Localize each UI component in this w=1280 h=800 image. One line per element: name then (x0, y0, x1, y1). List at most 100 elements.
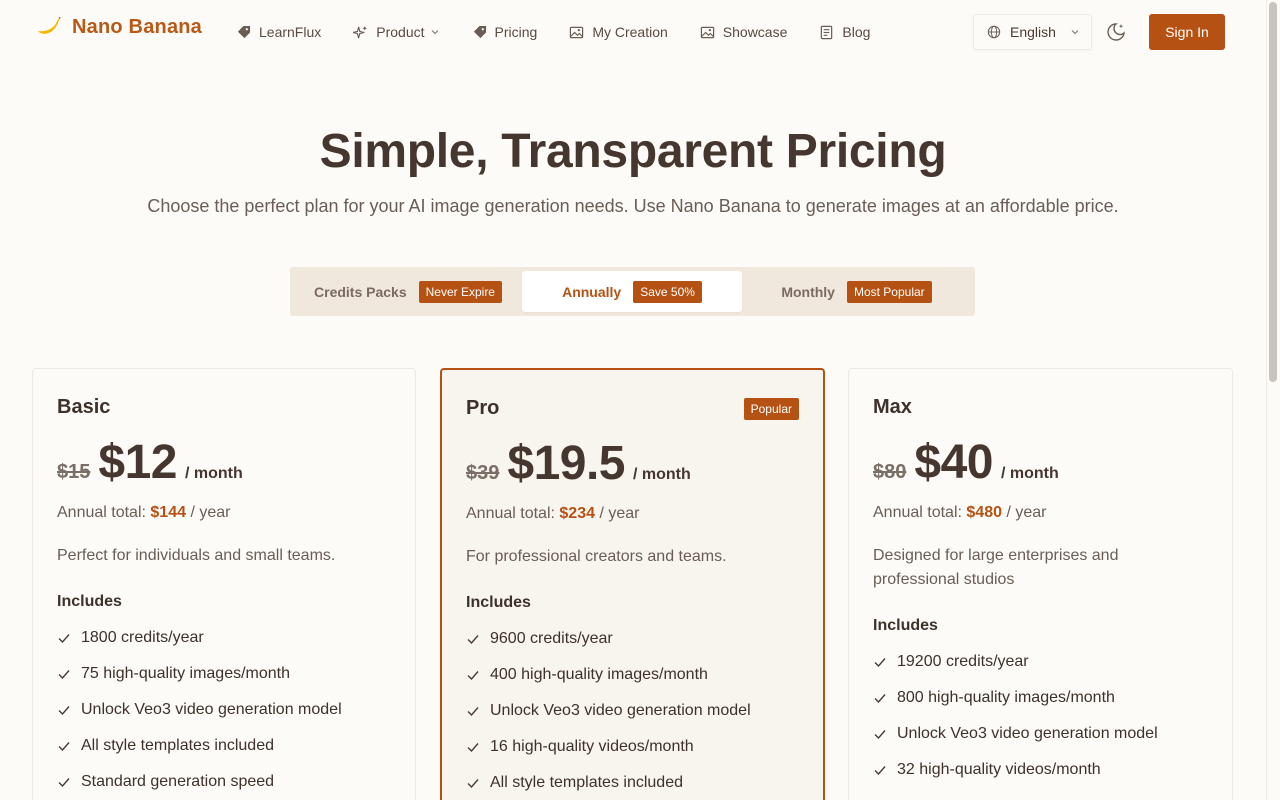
tab-label: Monthly (781, 283, 835, 300)
tab-label: Credits Packs (314, 283, 407, 300)
check-icon (467, 743, 479, 753)
feature-item: Unlock Veo3 video generation model (57, 692, 342, 728)
check-icon (467, 635, 479, 645)
annual-total-suffix: / year (599, 505, 640, 522)
scrollbar-thumb[interactable] (1269, 2, 1277, 382)
popular-badge: Popular (743, 398, 799, 420)
nav-label: LearnFlux (259, 24, 322, 40)
tag-icon (473, 25, 486, 38)
check-icon (58, 634, 70, 644)
page-title: Simple, Transparent Pricing (319, 125, 947, 178)
price-row: $39 $19.5 / month (466, 436, 691, 491)
tab-label: Annually (562, 283, 622, 300)
annual-total: Annual total: $144 / year (57, 504, 230, 522)
language-select[interactable]: English (973, 14, 1092, 50)
tab-badge: Never Expire (418, 280, 502, 303)
plan-description: Designed for large enterprises and profe… (873, 547, 1119, 588)
feature-list: 1800 credits/year 75 high-quality images… (57, 620, 342, 800)
tab-credits-packs[interactable]: Credits Packs Never Expire (294, 271, 522, 312)
feature-item: 16 high-quality videos/month (466, 729, 751, 765)
feature-text: 9600 credits/year (490, 630, 613, 647)
current-price: $40 (914, 436, 993, 489)
annual-total-amount: $144 (150, 504, 186, 521)
includes-heading: Includes (466, 594, 531, 611)
nav-label: Showcase (722, 24, 788, 40)
brand-logo[interactable]: Nano Banana (34, 16, 202, 39)
nav-item-showcase[interactable]: Showcase (700, 22, 788, 42)
original-price: $39 (466, 462, 500, 484)
original-price: $80 (873, 461, 907, 483)
feature-item: 75 high-quality images/month (57, 656, 342, 692)
feature-item: 1800 credits/year (57, 620, 342, 656)
feature-text: 19200 credits/year (897, 653, 1029, 670)
feature-text: 1800 credits/year (81, 629, 204, 646)
includes-heading: Includes (873, 617, 938, 634)
plan-name: Basic (57, 396, 111, 418)
plan-description: For professional creators and teams. (466, 548, 727, 565)
nav-item-pricing[interactable]: Pricing (472, 22, 538, 42)
price-row: $15 $12 / month (57, 435, 243, 490)
check-icon (467, 707, 479, 717)
plan-card-max: Max $80 $40 / month Annual total: $480 /… (848, 368, 1233, 800)
page-scrollbar[interactable] (1266, 0, 1280, 800)
feature-item: Standard generation speed (57, 764, 342, 800)
billing-tabs: Credits Packs Never Expire Annually Save… (290, 267, 975, 316)
check-icon (874, 658, 886, 668)
annual-total-suffix: / year (1006, 504, 1047, 521)
tag-icon (237, 25, 251, 38)
plan-card-pro: Pro Popular $39 $19.5 / month Annual tot… (440, 368, 825, 800)
price-period: / month (1000, 465, 1059, 482)
nav-label: My Creation (592, 24, 668, 40)
feature-text: 75 high-quality images/month (81, 665, 291, 682)
check-icon (467, 779, 479, 789)
nav-item-product[interactable]: Product (353, 22, 439, 42)
feature-text: Standard generation speed (81, 773, 275, 790)
plan-name: Max (873, 396, 912, 418)
feature-item: 400 high-quality images/month (466, 657, 751, 693)
feature-text: Unlock Veo3 video generation model (81, 701, 342, 718)
feature-item: 19200 credits/year (873, 644, 1158, 680)
language-value: English (1010, 24, 1056, 40)
nav-item-blog[interactable]: Blog (819, 22, 870, 42)
nav-item-my-creation[interactable]: My Creation (569, 22, 668, 42)
price-row: $80 $40 / month (873, 435, 1059, 490)
sign-in-button[interactable]: Sign In (1149, 14, 1225, 50)
feature-item: 9600 credits/year (466, 621, 751, 657)
brand-name: Nano Banana (72, 16, 203, 38)
feature-item: All style templates included (57, 728, 342, 764)
image-icon (700, 26, 714, 38)
current-price: $12 (98, 436, 177, 489)
current-price: $19.5 (507, 437, 625, 490)
nav-item-learnflux[interactable]: LearnFlux (236, 22, 321, 42)
check-icon (874, 766, 886, 776)
document-icon (821, 25, 833, 39)
nav-label: Pricing (494, 24, 538, 40)
annual-total-suffix: / year (190, 504, 231, 521)
tab-monthly[interactable]: Monthly Most Popular (742, 271, 971, 312)
feature-item: 800 high-quality images/month (873, 680, 1158, 716)
nav-label: Blog (842, 24, 871, 40)
annual-total-label: Annual total: (57, 504, 146, 521)
feature-text: All style templates included (81, 737, 274, 754)
main-nav: LearnFlux Product Pricing My Creation Sh… (236, 22, 902, 42)
nav-label: Product (376, 24, 425, 40)
includes-heading: Includes (57, 593, 122, 610)
banana-icon (38, 16, 61, 34)
tab-annually[interactable]: Annually Save 50% (522, 271, 742, 312)
top-navbar: Nano Banana LearnFlux Product Pricing My… (0, 0, 1266, 64)
moon-icon[interactable] (1105, 21, 1127, 43)
feature-text: Unlock Veo3 video generation model (897, 725, 1158, 742)
feature-text: All style templates included (490, 774, 683, 791)
tab-badge: Most Popular (846, 280, 932, 303)
feature-text: Unlock Veo3 video generation model (490, 702, 751, 719)
check-icon (58, 778, 70, 788)
check-icon (874, 730, 886, 740)
feature-list: 9600 credits/year 400 high-quality image… (466, 621, 751, 800)
feature-text: 800 high-quality images/month (897, 689, 1115, 706)
price-period: / month (633, 466, 691, 483)
annual-total-amount: $480 (966, 504, 1002, 521)
page-subtitle: Choose the perfect plan for your AI imag… (147, 196, 1119, 216)
feature-text: 400 high-quality images/month (490, 666, 708, 683)
annual-total-label: Annual total: (466, 505, 555, 522)
feature-item: Unlock Veo3 video generation model (466, 693, 751, 729)
